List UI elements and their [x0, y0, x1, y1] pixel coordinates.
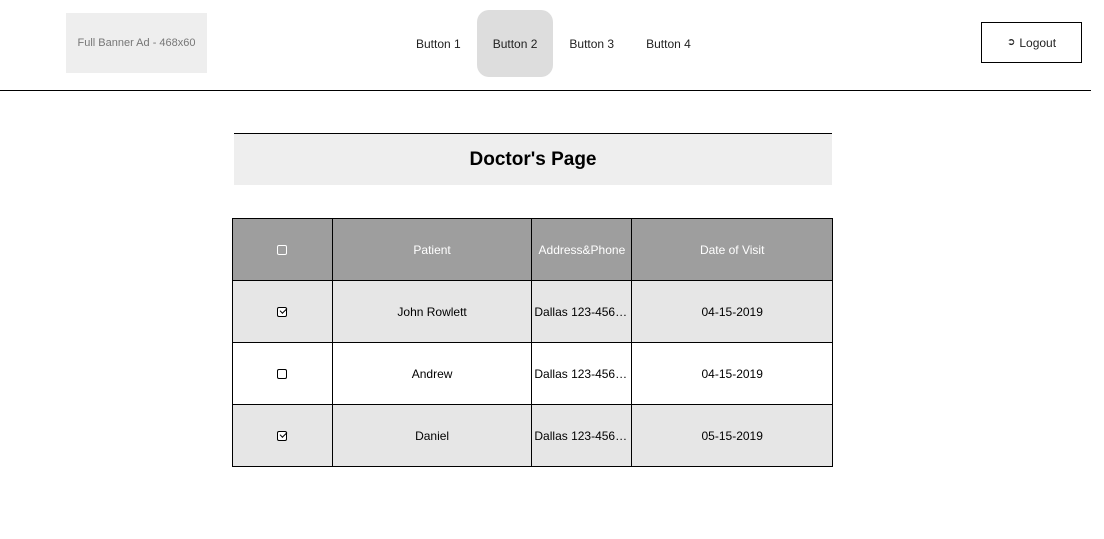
- row-checkbox-cell: [232, 404, 333, 467]
- table-header-row: Patient Address&Phone Date of Visit: [232, 218, 833, 281]
- address-phone-cell: Dallas 123-456-7890: [531, 280, 633, 343]
- table-row[interactable]: Daniel Dallas 123-456-7890 05-15-2019: [232, 404, 833, 467]
- nav-button-2-label: Button 2: [492, 36, 538, 51]
- column-header-address-phone[interactable]: Address&Phone: [531, 218, 633, 281]
- logout-label: Logout: [1019, 35, 1057, 50]
- banner-ad[interactable]: Full Banner Ad - 468x60: [66, 13, 207, 73]
- row-checkbox[interactable]: [277, 307, 288, 318]
- header-select-all[interactable]: [232, 218, 333, 281]
- nav-button-1[interactable]: Button 1: [400, 10, 477, 77]
- patient-cell: John Rowlett: [331, 280, 533, 343]
- sign-out-icon: ➲: [1006, 36, 1016, 48]
- select-all-checkbox[interactable]: [277, 245, 288, 256]
- address-phone-cell: Dallas 123-456-7890: [531, 342, 633, 405]
- column-header-date[interactable]: Date of Visit: [631, 218, 833, 281]
- patients-table: Patient Address&Phone Date of Visit John…: [232, 218, 833, 467]
- patient-cell: Andrew: [331, 342, 533, 405]
- banner-ad-label: Full Banner Ad - 468x60: [77, 37, 196, 49]
- column-header-patient[interactable]: Patient: [331, 218, 533, 281]
- row-checkbox[interactable]: [277, 369, 288, 380]
- nav-bar: Button 1 Button 2 Button 3 Button 4: [400, 10, 707, 77]
- page-title-box: Doctor's Page: [234, 133, 832, 185]
- nav-button-4-label: Button 4: [646, 36, 691, 51]
- nav-button-2[interactable]: Button 2: [476, 10, 554, 77]
- page-title: Doctor's Page: [469, 148, 597, 170]
- row-checkbox-cell: [232, 280, 333, 343]
- table-row[interactable]: John Rowlett Dallas 123-456-7890 04-15-2…: [232, 280, 833, 343]
- date-cell: 04-15-2019: [631, 280, 833, 343]
- nav-button-4[interactable]: Button 4: [630, 10, 707, 77]
- logout-button[interactable]: ➲ Logout: [981, 22, 1082, 63]
- patient-cell: Daniel: [331, 404, 533, 467]
- top-header: Full Banner Ad - 468x60 Button 1 Button …: [0, 0, 1091, 91]
- table-row[interactable]: Andrew Dallas 123-456-7890 04-15-2019: [232, 342, 833, 405]
- nav-button-1-label: Button 1: [416, 36, 461, 51]
- nav-button-3-label: Button 3: [569, 36, 615, 51]
- address-phone-cell: Dallas 123-456-7890: [531, 404, 633, 467]
- date-cell: 04-15-2019: [631, 342, 833, 405]
- row-checkbox[interactable]: [277, 431, 288, 442]
- nav-button-3[interactable]: Button 3: [553, 10, 630, 77]
- row-checkbox-cell: [232, 342, 333, 405]
- date-cell: 05-15-2019: [631, 404, 833, 467]
